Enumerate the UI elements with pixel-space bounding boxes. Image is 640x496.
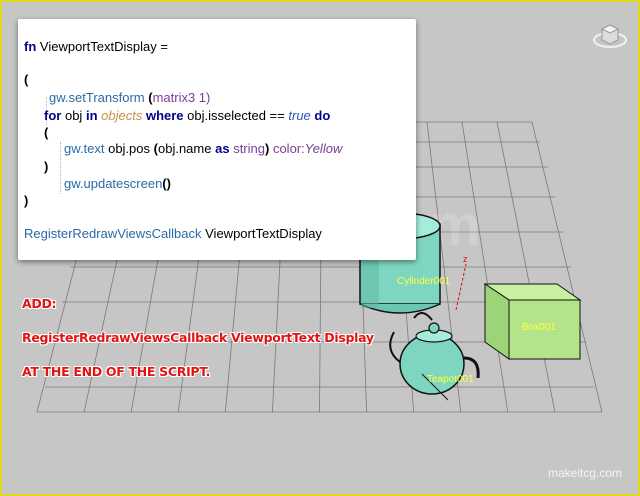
keyword-as: as	[215, 141, 230, 156]
note-end: AT THE END OF THE SCRIPT.	[22, 364, 211, 379]
loop-var: obj	[64, 108, 83, 123]
settransform-arg: matrix3 1	[152, 90, 207, 105]
condition-expr: obj.isselected ==	[187, 108, 285, 123]
objects-collection: objects	[101, 108, 143, 123]
cylinder-label: Cylinder001	[397, 276, 451, 287]
function-name: ViewportTextDisplay =	[39, 39, 168, 54]
gwtext-pos-arg: obj.pos	[108, 141, 151, 156]
keyword-for: for	[44, 108, 62, 123]
teapot-label: Teapot001	[427, 374, 474, 385]
inner-open-paren: (	[44, 125, 49, 140]
settransform-paren-close: )	[206, 90, 211, 105]
gwtext-paren-close: )	[264, 141, 270, 156]
updatescreen-parens: ()	[162, 176, 171, 191]
gwtext-call: gw.text	[64, 141, 105, 156]
updatescreen-call: gw.updatescreen	[64, 176, 163, 191]
keyword-do: do	[314, 108, 331, 123]
axis-z-label: z	[463, 254, 468, 264]
transform-gizmo[interactable]: z	[455, 254, 468, 311]
color-param: color:	[272, 141, 305, 156]
keyword-fn: fn	[24, 39, 37, 54]
register-callback-arg: ViewportTextDisplay	[205, 226, 322, 241]
settransform-call: gw.setTransform	[49, 90, 145, 105]
color-value: Yellow	[304, 141, 343, 156]
keyword-where: where	[145, 108, 184, 123]
gwtext-name-arg: obj.name	[157, 141, 212, 156]
keyword-true: true	[288, 108, 311, 123]
keyword-string: string	[233, 141, 265, 156]
note-add: ADD:	[22, 296, 57, 311]
code-snippet-panel: fn ViewportTextDisplay = ( gw.setTransfo…	[18, 19, 416, 260]
3d-viewport[interactable]: makeitcg.com z	[0, 0, 640, 496]
viewcube-icon[interactable]	[592, 20, 628, 52]
note-register: RegisterRedrawViewsCallback ViewportText…	[22, 330, 374, 345]
teapot-object[interactable]	[389, 312, 480, 401]
keyword-in: in	[85, 108, 98, 123]
register-callback-call: RegisterRedrawViewsCallback	[24, 226, 202, 241]
open-paren: (	[24, 72, 29, 87]
box-label: Box001	[522, 322, 556, 333]
close-paren: )	[24, 193, 29, 208]
watermark-small: makeitcg.com	[547, 466, 622, 480]
inner-close-paren: )	[44, 159, 49, 174]
